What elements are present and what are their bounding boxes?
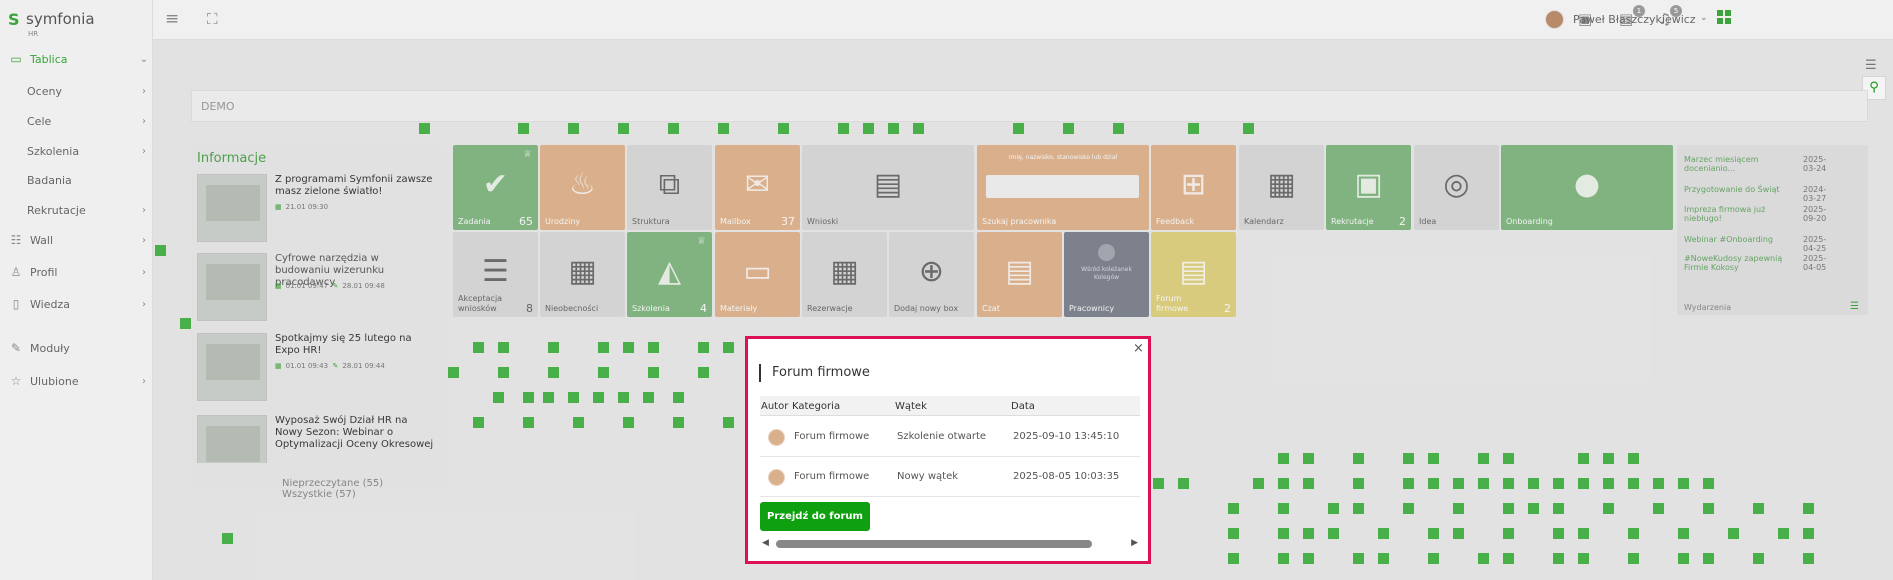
table-row[interactable]: Forum firmowe Nowy wątek 2025-08-05 10:0… — [760, 457, 1140, 497]
go-to-forum-button[interactable]: Przejdź do forum — [760, 502, 870, 531]
sidebar-item-tablica[interactable]: ▭ Tablica ⌄ — [0, 48, 153, 70]
chevron-right-icon: › — [142, 85, 146, 97]
chevron-right-icon: › — [142, 234, 146, 246]
apps-grid-icon[interactable] — [1717, 10, 1731, 24]
table-header: Autor Kategoria Wątek Data — [760, 396, 1140, 416]
sidebar-item-ulubione[interactable]: ☆ Ulubione › — [0, 370, 153, 392]
avatar — [768, 429, 785, 446]
user-name[interactable]: Paweł Błaszczykiewicz — [1573, 13, 1696, 26]
user-icon: ♙ — [10, 265, 22, 279]
logo[interactable]: S symfonia HR — [8, 8, 128, 38]
sidebar-item-cele[interactable]: Cele › — [0, 110, 153, 132]
avatar — [768, 469, 785, 486]
chevron-right-icon: › — [142, 266, 146, 278]
avatar[interactable] — [1545, 10, 1564, 29]
close-icon[interactable]: × — [1133, 341, 1144, 356]
chevron-down-icon[interactable]: ⌄ — [1700, 13, 1708, 23]
sidebar-item-badania[interactable]: Badania — [0, 169, 153, 191]
wall-icon: ☷ — [10, 233, 22, 247]
scrollbar-thumb[interactable] — [776, 540, 1092, 548]
sidebar-item-wiedza[interactable]: ▯ Wiedza › — [0, 293, 153, 315]
logo-sub: HR — [28, 30, 39, 38]
chevron-right-icon: › — [142, 375, 146, 387]
logo-name: symfonia — [26, 10, 95, 28]
menu-icon[interactable]: ≡ — [165, 9, 179, 29]
sidebar: S symfonia HR ▭ Tablica ⌄ Oceny › Cele ›… — [0, 0, 153, 580]
modal-title: Forum firmowe — [759, 364, 870, 382]
chevron-right-icon: › — [142, 145, 146, 157]
logo-mark: S — [8, 10, 20, 29]
horizontal-scrollbar[interactable]: ◀ ▶ — [760, 538, 1140, 550]
wrench-icon: ✎ — [10, 341, 22, 355]
forum-modal: × Forum firmowe Autor Kategoria Wątek Da… — [745, 336, 1151, 564]
table-row[interactable]: Forum firmowe Szkolenie otwarte 2025-09-… — [760, 417, 1140, 457]
fullscreen-icon[interactable]: ⛶ — [207, 10, 218, 28]
chevron-down-icon: ⌄ — [139, 53, 149, 65]
chevron-right-icon: › — [142, 115, 146, 127]
sidebar-item-oceny[interactable]: Oceny › — [0, 80, 153, 102]
chevron-right-icon: › — [142, 204, 146, 216]
sidebar-item-szkolenia[interactable]: Szkolenia › — [0, 140, 153, 162]
sidebar-item-wall[interactable]: ☷ Wall › — [0, 229, 153, 251]
star-icon: ☆ — [10, 374, 22, 388]
book-icon: ▯ — [12, 297, 20, 311]
chevron-right-icon: › — [142, 298, 146, 310]
sidebar-item-profil[interactable]: ♙ Profil › — [0, 261, 153, 283]
sidebar-item-rekrutacje[interactable]: Rekrutacje › — [0, 199, 153, 221]
sidebar-item-moduly[interactable]: ✎ Moduły — [0, 337, 153, 359]
monitor-icon: ▭ — [10, 52, 22, 66]
scroll-right-icon[interactable]: ▶ — [1131, 538, 1138, 548]
scroll-left-icon[interactable]: ◀ — [762, 538, 769, 548]
